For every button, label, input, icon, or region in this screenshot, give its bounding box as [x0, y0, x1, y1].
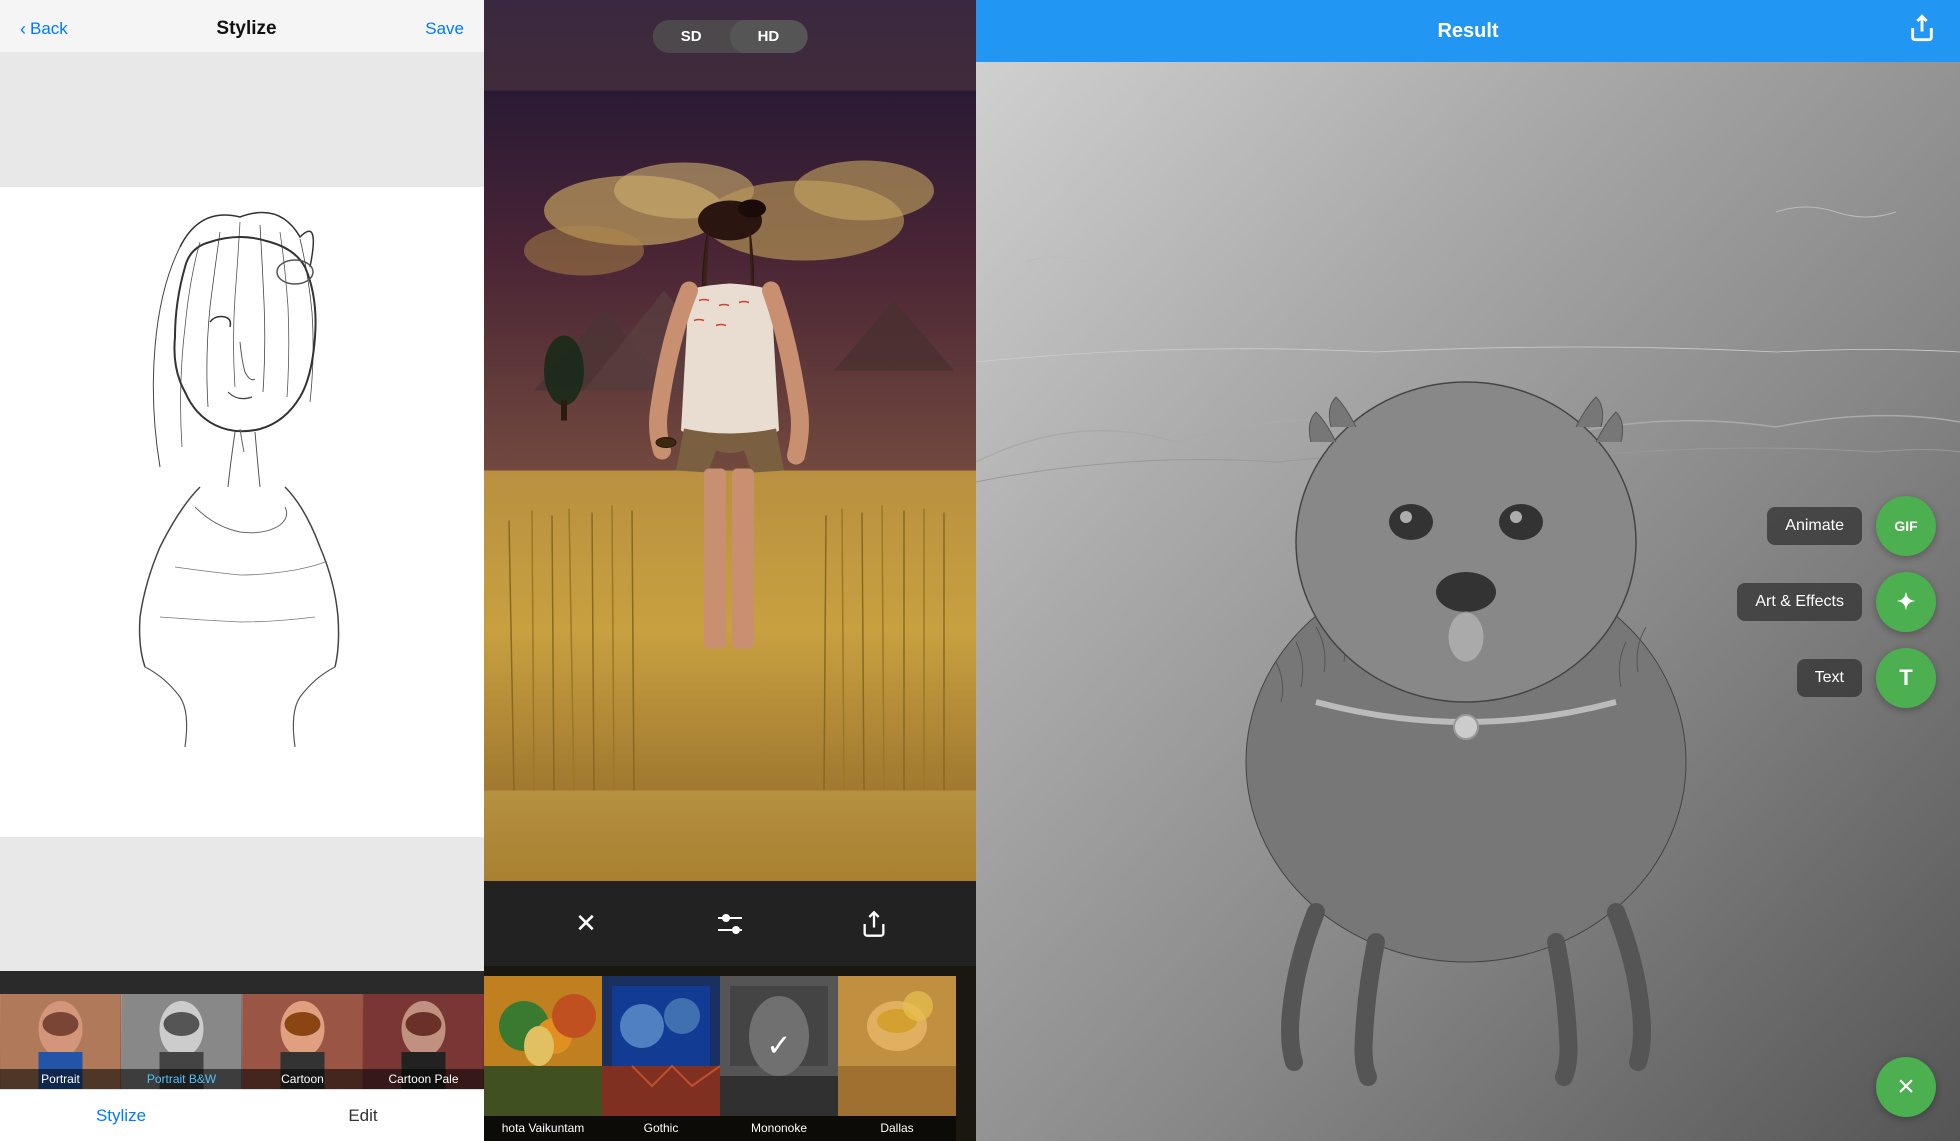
gallery-thumb-vaikuntam	[484, 976, 602, 1116]
animate-action-row: Animate GIF	[1767, 496, 1936, 556]
back-chevron-icon: ‹	[20, 19, 26, 40]
gallery-label-mononoke: Mononoke	[720, 1116, 838, 1141]
gallery-label-vaikuntam: hota Vaikuntam	[484, 1116, 602, 1141]
gif-icon: GIF	[1894, 518, 1917, 534]
art-effects-label: Art & Effects	[1737, 583, 1862, 621]
tab-edit[interactable]: Edit	[242, 1090, 484, 1141]
stylize-panel: ‹ Back Stylize Save	[0, 0, 484, 1141]
sparkle-icon: ✦	[1897, 589, 1915, 615]
editor-panel: SD HD	[484, 0, 976, 1141]
filter-label-cartoon-pale: Cartoon Pale	[363, 1069, 484, 1089]
tab-edit-label: Edit	[348, 1106, 377, 1126]
text-label: Text	[1797, 659, 1862, 697]
quality-hd-button[interactable]: HD	[730, 20, 808, 53]
animate-label: Animate	[1767, 507, 1862, 545]
text-button[interactable]: T	[1876, 648, 1936, 708]
gallery-thumb-mononoke: ✓	[720, 976, 838, 1116]
filter-item-portrait[interactable]: Portrait	[0, 971, 121, 1089]
back-label: Back	[30, 19, 68, 39]
close-icon: ×	[1897, 1070, 1915, 1104]
gallery-item-dallas[interactable]: Dallas	[838, 966, 956, 1141]
gallery-item-vaikuntam[interactable]: hota Vaikuntam	[484, 966, 602, 1141]
art-effects-button[interactable]: ✦	[1876, 572, 1936, 632]
editor-artwork	[484, 0, 976, 881]
stylize-image-area	[0, 52, 484, 971]
animate-button[interactable]: GIF	[1876, 496, 1936, 556]
filter-item-cartoon-pale[interactable]: Cartoon Pale	[363, 971, 484, 1089]
filter-label-portrait: Portrait	[0, 1069, 121, 1089]
action-bar: ✕	[484, 881, 976, 966]
sketch-image	[0, 187, 484, 837]
result-header: Result	[976, 0, 1960, 62]
share-action-icon[interactable]	[848, 898, 900, 950]
filter-gallery: hota Vaikuntam Gothic	[484, 966, 976, 1141]
filter-item-portrait-bw[interactable]: Portrait B&W	[121, 971, 242, 1089]
result-panel: Result	[976, 0, 1960, 1141]
gallery-thumb-gothic	[602, 976, 720, 1116]
gallery-label-gothic: Gothic	[602, 1116, 720, 1141]
result-title: Result	[1437, 20, 1498, 43]
gallery-item-gothic[interactable]: Gothic	[602, 966, 720, 1141]
action-buttons: Animate GIF Art & Effects ✦ Text T	[1737, 496, 1936, 708]
filter-item-cartoon[interactable]: Cartoon	[242, 971, 363, 1089]
gallery-label-dallas: Dallas	[838, 1116, 956, 1141]
filter-label-portrait-bw: Portrait B&W	[121, 1069, 242, 1089]
tab-stylize[interactable]: Stylize	[0, 1090, 242, 1141]
filter-label-cartoon: Cartoon	[242, 1069, 363, 1089]
text-action-row: Text T	[1797, 648, 1936, 708]
close-action-icon[interactable]: ✕	[560, 898, 612, 950]
filter-strip: Portrait Portrait B&W	[0, 971, 484, 1089]
stylize-title: Stylize	[216, 18, 276, 40]
gallery-thumb-dallas	[838, 976, 956, 1116]
save-button[interactable]: Save	[425, 19, 464, 39]
share-icon[interactable]	[1908, 14, 1936, 49]
adjust-action-icon[interactable]	[704, 898, 756, 950]
quality-toggle: SD HD	[653, 20, 808, 53]
gallery-selected-checkmark: ✓	[766, 1029, 791, 1064]
gallery-item-mononoke[interactable]: ✓ Mononoke	[720, 966, 838, 1141]
result-image-area: Animate GIF Art & Effects ✦ Text T ×	[976, 62, 1960, 1141]
tab-stylize-label: Stylize	[96, 1106, 146, 1126]
bottom-tabs: Stylize Edit	[0, 1089, 484, 1141]
sketch-svg	[0, 187, 484, 837]
stylize-header: ‹ Back Stylize Save	[0, 0, 484, 52]
back-button[interactable]: ‹ Back	[20, 19, 68, 40]
art-effects-action-row: Art & Effects ✦	[1737, 572, 1936, 632]
quality-sd-button[interactable]: SD	[653, 20, 730, 53]
text-icon: T	[1899, 665, 1912, 691]
close-button[interactable]: ×	[1876, 1057, 1936, 1117]
editor-image-area	[484, 0, 976, 881]
